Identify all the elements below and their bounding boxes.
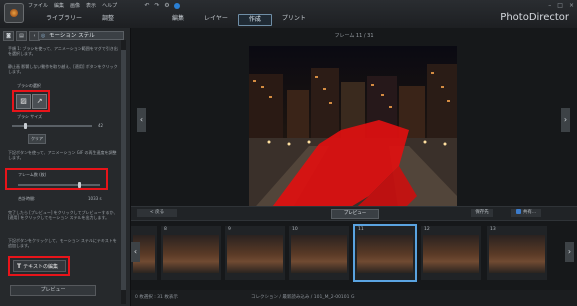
brush-tool-icon[interactable]: ▨ bbox=[16, 94, 31, 109]
menu-bar: ファイル 編集 画像 表示 ヘルプ bbox=[28, 2, 117, 9]
undo-icon[interactable]: ↶ bbox=[144, 3, 150, 9]
frame-image bbox=[489, 235, 545, 273]
frame-thumbnail[interactable]: 8 bbox=[161, 226, 221, 280]
selection-status: 0 枚選択 : 31 枚表示 bbox=[135, 295, 178, 300]
step1-text: 手順 1: ブラシを使って、アニメーション範囲をマグで引き出を選択します。 bbox=[8, 46, 118, 56]
frame-number: 13 bbox=[490, 227, 496, 232]
status-bar: 0 枚選択 : 31 枚表示 コレクション / 最新読み込み / 101_M_2… bbox=[131, 290, 577, 306]
frame-thumbnail[interactable]: 10 bbox=[289, 226, 349, 280]
total-time-value: 1033 s bbox=[88, 196, 102, 201]
step3-text: 完了したら [プレビュー] をクリックしてプレビューするか、[適用] をクリック… bbox=[8, 210, 118, 220]
frame-thumbnail[interactable]: 13 bbox=[487, 226, 547, 280]
share-label: 共有... bbox=[522, 210, 537, 215]
panel-title: ◎ モーション ステル bbox=[38, 31, 124, 40]
frame-image bbox=[423, 235, 479, 273]
tab-spacer bbox=[124, 14, 162, 26]
module-tabs: ライブラリー 調整 編集 レイヤー 作成 プリント bbox=[36, 14, 316, 26]
frame-number: 12 bbox=[424, 227, 430, 232]
back-button[interactable]: < 戻る bbox=[137, 209, 177, 217]
motion-still-icon: ◎ bbox=[41, 33, 46, 39]
minimize-icon[interactable]: – bbox=[548, 2, 551, 9]
text-edit-button[interactable]: T テキストの編集 bbox=[13, 260, 66, 272]
eraser-tool-icon[interactable]: ↗ bbox=[32, 94, 47, 109]
frame-thumbnail[interactable]: 12 bbox=[421, 226, 481, 280]
frame-thumbnail[interactable]: 9 bbox=[225, 226, 285, 280]
frames-tab-icon[interactable]: ▤ bbox=[16, 31, 27, 41]
frame-number: 8 bbox=[164, 227, 167, 232]
next-frame-arrow-icon[interactable]: › bbox=[561, 108, 570, 132]
panel-tabs: ◙ ▤ ‹ bbox=[3, 31, 40, 41]
preview-controls: < 戻る プレビュー 保存先 共有... bbox=[131, 206, 577, 221]
preview-area: フレーム 11 / 31 ‹ › < 戻る プレビュー 保存先 共有... 8 … bbox=[131, 28, 577, 306]
frame-indicator: フレーム 11 / 31 bbox=[334, 33, 374, 39]
app-logo bbox=[4, 3, 24, 23]
step1-text-2: 静止画 影響しない動作を取り越え、[適用] ボタンをクリックします。 bbox=[8, 64, 118, 74]
prev-frame-arrow-icon[interactable]: ‹ bbox=[137, 108, 146, 132]
city-night-photo bbox=[249, 46, 457, 214]
window-controls: – □ × bbox=[548, 2, 574, 9]
brush-size-slider-knob[interactable] bbox=[24, 123, 27, 129]
frame-image bbox=[163, 235, 219, 273]
share-icon bbox=[515, 209, 521, 214]
frame-number: 11 bbox=[358, 227, 364, 232]
info-icon[interactable] bbox=[174, 3, 180, 9]
tab-layers[interactable]: レイヤー bbox=[194, 14, 238, 24]
brush-select-label: ブラシの選択 bbox=[17, 83, 41, 88]
clear-button[interactable]: クリア bbox=[28, 134, 46, 144]
filmstrip-left-arrow-icon[interactable]: ‹ bbox=[131, 242, 140, 262]
tab-library[interactable]: ライブラリー bbox=[36, 14, 92, 24]
frame-image bbox=[357, 235, 413, 273]
tab-edit[interactable]: 編集 bbox=[162, 14, 194, 24]
motion-still-panel: ◙ ▤ ‹ ◎ モーション ステル 手順 1: ブラシを使って、アニメーション範… bbox=[0, 28, 131, 306]
text-icon: T bbox=[17, 262, 22, 270]
frame-count-slider[interactable] bbox=[18, 184, 100, 186]
panel-title-text: モーション ステル bbox=[49, 33, 95, 39]
menu-help[interactable]: ヘルプ bbox=[102, 2, 117, 9]
tab-adjust[interactable]: 調整 bbox=[92, 14, 124, 24]
save-to-button[interactable]: 保存先 bbox=[471, 209, 493, 217]
menu-file[interactable]: ファイル bbox=[28, 2, 48, 9]
lens-icon bbox=[10, 9, 18, 17]
maximize-icon[interactable]: □ bbox=[557, 2, 563, 9]
share-button[interactable]: 共有... bbox=[511, 209, 541, 217]
tab-print[interactable]: プリント bbox=[272, 14, 316, 24]
step4-text: 下記ボタンをクリックして、モーション ステルにテキストを追加します。 bbox=[8, 238, 117, 248]
step2-text: 下記ボタンを使って、アニメーション GIF の再生速度を調整します。 bbox=[8, 150, 117, 160]
frame-count-slider-knob[interactable] bbox=[78, 182, 81, 188]
menu-view[interactable]: 表示 bbox=[86, 2, 96, 9]
menu-image[interactable]: 画像 bbox=[70, 2, 80, 9]
panel-preview-button[interactable]: プレビュー bbox=[10, 285, 96, 296]
frame-image bbox=[227, 235, 283, 273]
frame-image bbox=[291, 235, 347, 273]
title-bar: ファイル 編集 画像 表示 ヘルプ ↶ ↷ ⚙ ライブラリー 調整 編集 レイヤ… bbox=[0, 0, 577, 29]
collection-path: コレクション / 最新読み込み / 101_M_2-00101 G bbox=[251, 295, 355, 300]
settings-icon[interactable]: ⚙ bbox=[164, 3, 170, 9]
close-icon[interactable]: × bbox=[569, 2, 574, 9]
frame-count-label: フレーム数 (枚) bbox=[18, 172, 47, 177]
redo-icon[interactable]: ↷ bbox=[154, 3, 160, 9]
panel-scrollbar-thumb[interactable] bbox=[121, 50, 126, 290]
filmstrip-right-arrow-icon[interactable]: › bbox=[565, 242, 574, 262]
camera-tab-icon[interactable]: ◙ bbox=[3, 31, 14, 41]
brand-name: PhotoDirector bbox=[500, 12, 569, 23]
quick-tools: ↶ ↷ ⚙ bbox=[144, 3, 180, 9]
frame-number: 9 bbox=[228, 227, 231, 232]
photo-preview[interactable] bbox=[249, 46, 457, 214]
text-edit-label: テキストの編集 bbox=[23, 263, 58, 270]
frame-thumbnail-selected[interactable]: 11 bbox=[353, 224, 417, 282]
frame-number: 10 bbox=[292, 227, 298, 232]
frame-filmstrip: 8 9 10 11 12 13 ‹ › bbox=[131, 222, 577, 288]
brush-size-label: ブラシ サイズ bbox=[17, 114, 43, 119]
menu-edit[interactable]: 編集 bbox=[54, 2, 64, 9]
brush-size-value: 42 bbox=[98, 123, 104, 128]
preview-button[interactable]: プレビュー bbox=[331, 209, 379, 219]
total-time-label: 合計時間: bbox=[18, 196, 36, 201]
tab-create[interactable]: 作成 bbox=[237, 14, 272, 26]
